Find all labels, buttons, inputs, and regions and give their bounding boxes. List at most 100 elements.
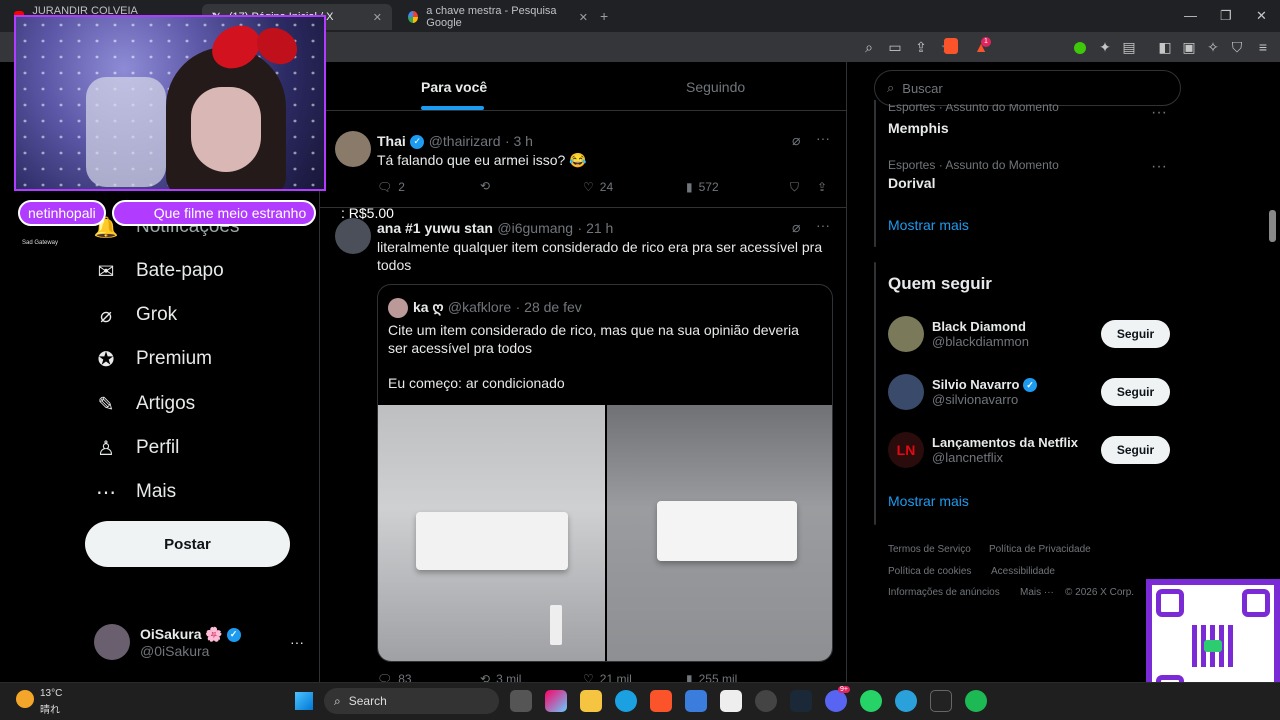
- minimize-icon[interactable]: —: [1184, 8, 1197, 23]
- follow-suggestion[interactable]: Silvio Navarro ✓ @silvionavarro Seguir: [888, 372, 1170, 412]
- flower-emoji: 🌸: [205, 625, 223, 642]
- avatar[interactable]: [335, 218, 371, 254]
- trend-item-memphis[interactable]: Memphis: [888, 120, 949, 136]
- scrollbar[interactable]: [1269, 210, 1276, 242]
- footer-link[interactable]: Política de cookies: [888, 566, 971, 577]
- footer-link[interactable]: Mais ···: [1020, 587, 1054, 598]
- sidebar-item-mais[interactable]: ⋯ Mais: [94, 478, 176, 506]
- donor-name: netinhopali: [18, 200, 106, 226]
- grok-icon[interactable]: ⌀: [792, 132, 800, 149]
- tweet-header: Thai ✓ @thairizard · 3 h: [377, 133, 533, 149]
- footer-link[interactable]: Acessibilidade: [991, 566, 1055, 577]
- share-icon[interactable]: ⇪: [817, 180, 827, 194]
- close-tab-icon[interactable]: ✕: [579, 11, 588, 24]
- photo-air-conditioner-2[interactable]: [607, 405, 832, 661]
- footer-link[interactable]: Termos de Serviço: [888, 544, 971, 555]
- reader-icon[interactable]: ▤: [1120, 38, 1138, 56]
- grok-icon[interactable]: ⌀: [792, 219, 800, 236]
- share-icon[interactable]: ⇪: [912, 38, 930, 56]
- views-button[interactable]: ▮ 572: [686, 180, 719, 194]
- follow-suggestion[interactable]: LN Lançamentos da Netflix @lancnetflix Se…: [888, 430, 1170, 470]
- steam-icon[interactable]: [790, 690, 812, 712]
- like-button[interactable]: ♡ 24: [583, 180, 613, 194]
- show-more-link[interactable]: Mostrar mais: [888, 493, 969, 509]
- brave-shield-icon[interactable]: [944, 38, 958, 54]
- copyright: © 2026 X Corp.: [1065, 587, 1135, 598]
- new-tab-button[interactable]: +: [600, 8, 608, 24]
- discord-icon[interactable]: [825, 690, 847, 712]
- article-icon: ✎: [97, 393, 115, 416]
- close-tab-icon[interactable]: ✕: [373, 11, 382, 24]
- brave-icon[interactable]: [650, 690, 672, 712]
- follow-button[interactable]: Seguir: [1101, 320, 1170, 348]
- remote-control: [550, 605, 562, 645]
- cast-icon[interactable]: ▭: [886, 38, 904, 56]
- taskbar-search[interactable]: ⌕ Search: [324, 688, 499, 714]
- edge-icon[interactable]: [615, 690, 637, 712]
- account-switcher[interactable]: OiSakura 🌸 ✓ @0iSakura ···: [94, 622, 304, 662]
- wallet-icon[interactable]: ▣: [1180, 38, 1198, 56]
- search-input[interactable]: ⌕ Buscar: [874, 70, 1181, 106]
- follow-button[interactable]: Seguir: [1101, 436, 1170, 464]
- more-options-icon[interactable]: ···: [290, 634, 304, 650]
- retweet-button[interactable]: ⟲: [480, 179, 490, 193]
- bookmark-icon[interactable]: ⛉: [790, 180, 799, 195]
- task-view-icon[interactable]: [510, 690, 532, 712]
- taskbar: [0, 682, 1280, 720]
- menu-icon[interactable]: ≡: [1254, 38, 1272, 56]
- sidebar-item-artigos[interactable]: ✎ Artigos: [94, 390, 196, 418]
- more-options-icon[interactable]: ···: [816, 130, 830, 146]
- sidebar-item-perfil[interactable]: ♙ Perfil: [94, 434, 179, 462]
- verified-icon: ✓: [410, 134, 425, 149]
- quoted-tweet[interactable]: ka ღ @kafklore · 28 de fev Cite um item …: [377, 284, 833, 662]
- weather-icon[interactable]: [16, 690, 34, 708]
- footer-link[interactable]: Política de Privacidade: [989, 544, 1091, 555]
- netflix-avatar: LN: [888, 432, 924, 468]
- tab-para-voce[interactable]: Para você: [421, 79, 487, 95]
- reply-button[interactable]: 🗨 2: [377, 180, 405, 194]
- vpn-icon[interactable]: ⛉: [1228, 38, 1246, 56]
- capcut-icon[interactable]: [720, 690, 742, 712]
- windows-start-icon[interactable]: [295, 692, 313, 710]
- show-more-link[interactable]: Mostrar mais: [888, 217, 969, 233]
- copilot-icon[interactable]: [545, 690, 567, 712]
- zoom-icon[interactable]: ⌕: [860, 38, 878, 56]
- person-icon: ♙: [97, 437, 115, 460]
- photo-air-conditioner-1[interactable]: [378, 405, 605, 661]
- profile-name: OiSakura: [140, 625, 202, 642]
- extension-status-icon[interactable]: [1074, 42, 1086, 54]
- leo-icon[interactable]: ✧: [1204, 38, 1222, 56]
- close-window-icon[interactable]: ✕: [1256, 8, 1267, 24]
- obs-icon[interactable]: [755, 690, 777, 712]
- file-explorer-icon[interactable]: [580, 690, 602, 712]
- restore-icon[interactable]: ❐: [1220, 8, 1232, 24]
- follow-button[interactable]: Seguir: [1101, 378, 1170, 406]
- spotify-icon[interactable]: [965, 690, 987, 712]
- sidebar-item-premium[interactable]: ✪ Premium: [94, 345, 212, 373]
- trends-card: [874, 100, 876, 247]
- whatsapp-icon[interactable]: [860, 690, 882, 712]
- weather-temp[interactable]: 13°C: [40, 688, 62, 699]
- tab-google[interactable]: a chave mestra - Pesquisa Google ✕: [398, 4, 598, 30]
- avatar: [94, 624, 130, 660]
- tab-seguindo[interactable]: Seguindo: [686, 79, 745, 95]
- store-icon[interactable]: [685, 690, 707, 712]
- sidebar-item-grok[interactable]: ⌀ Grok: [94, 301, 177, 329]
- footer-link[interactable]: Informações de anúncios: [888, 587, 1000, 598]
- more-options-icon[interactable]: ···: [1151, 158, 1167, 176]
- trend-category: Esportes · Assunto do Momento: [888, 158, 1059, 172]
- epic-games-icon[interactable]: [930, 690, 952, 712]
- sidebar-item-bate-papo[interactable]: ✉ Bate-papo: [94, 257, 224, 285]
- more-options-icon[interactable]: ···: [816, 217, 830, 233]
- follow-suggestion[interactable]: Black Diamond @blackdiammon Seguir: [888, 314, 1170, 354]
- telegram-icon[interactable]: [895, 690, 917, 712]
- avatar[interactable]: [335, 131, 371, 167]
- webcam-overlay: [14, 15, 326, 191]
- extensions-icon[interactable]: ✦: [1096, 38, 1114, 56]
- sidebar-icon[interactable]: ◧: [1156, 38, 1174, 56]
- post-button[interactable]: Postar: [85, 521, 290, 567]
- rewards-badge: 1: [981, 37, 991, 47]
- more-options-icon[interactable]: ···: [1151, 104, 1167, 122]
- weather-desc: 晴れ: [40, 705, 60, 716]
- trend-item-dorival[interactable]: Dorival: [888, 175, 935, 191]
